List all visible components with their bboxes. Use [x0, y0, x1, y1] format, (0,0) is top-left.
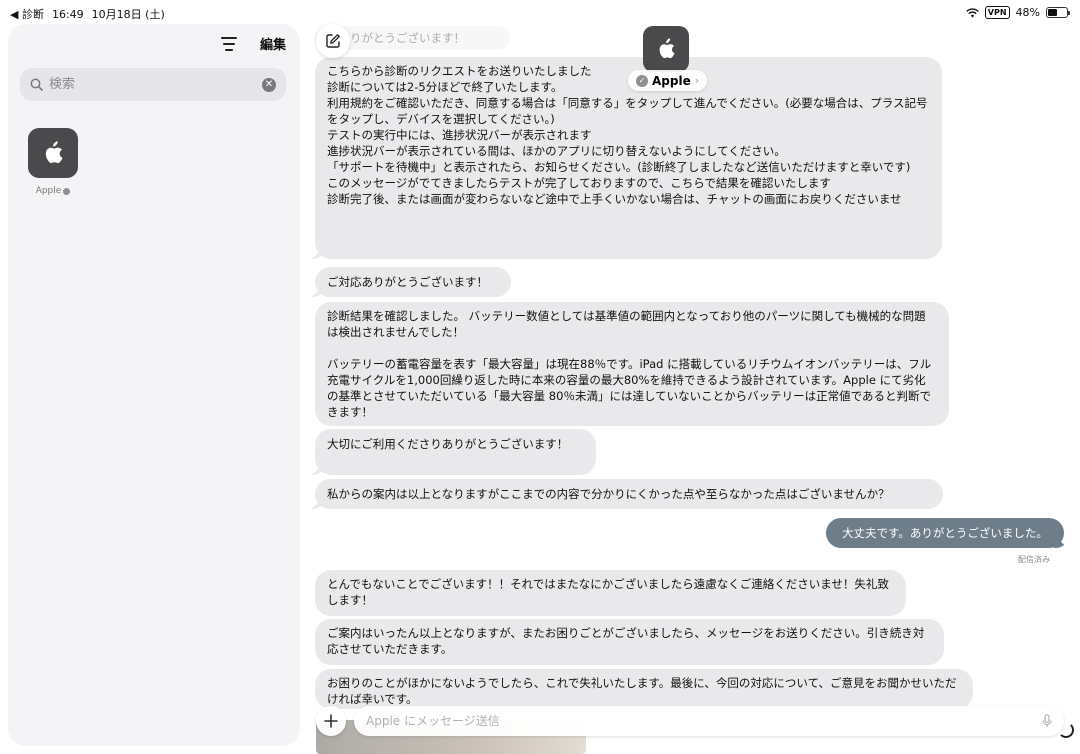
- compose-button[interactable]: [316, 24, 350, 58]
- apple-logo-icon: [45, 141, 63, 164]
- search-input[interactable]: [49, 77, 256, 92]
- message-input[interactable]: [366, 714, 1042, 728]
- plus-icon: [324, 714, 338, 728]
- contact-name-button[interactable]: ✓ Apple ›: [628, 70, 708, 91]
- verified-icon: [63, 187, 71, 195]
- message-bubble: 私からの案内は以上となりますがここまでの内容で分かりにくかった点や至らなかった点…: [315, 479, 943, 509]
- apple-logo-icon: [659, 38, 675, 59]
- wifi-icon: [966, 7, 979, 17]
- message-bubble: 診断結果を確認しました。 バッテリー数値としては基準値の範囲内となっており他のパ…: [315, 302, 949, 426]
- sidebar: 編集 ✕ Apple: [8, 24, 300, 746]
- message-bubble: ご案内はいったん以上となりますが、またお困りごとがございましたら、メッセージをお…: [315, 619, 944, 665]
- clear-search-icon[interactable]: ✕: [262, 77, 276, 92]
- message-bubble: ご対応ありがとうございます！: [315, 267, 511, 297]
- delivered-status: 配信済み: [1018, 555, 1050, 564]
- chevron-right-icon: ›: [694, 74, 700, 87]
- message-field[interactable]: [354, 706, 1064, 736]
- verified-icon: ✓: [636, 74, 648, 87]
- message-bubble: お困りのことがほかにないようでしたら、これで失礼いたします。最後に、今回の対応に…: [315, 669, 973, 709]
- message-input-bar: [316, 705, 1064, 737]
- conversation-name: Apple: [35, 186, 62, 196]
- avatar: [28, 128, 78, 178]
- microphone-icon[interactable]: [1042, 714, 1052, 728]
- status-time: 16:49: [51, 7, 84, 21]
- message-bubble: とんでもないことでございます！！それではまたなにかございましたら遠慮なくご連絡く…: [315, 570, 906, 616]
- filter-icon[interactable]: [220, 36, 238, 51]
- status-date: 10月18日 (土): [91, 8, 165, 21]
- battery-fill: [1048, 9, 1057, 16]
- battery-percent: 48%: [1015, 6, 1040, 19]
- status-bar: ◀ 診断 16:49 10月18日 (土) VPN 48%: [0, 0, 1080, 24]
- message-bubble-sent: 大丈夫です。ありがとうございました。: [826, 518, 1064, 548]
- contact-avatar[interactable]: [643, 26, 689, 72]
- vpn-badge: VPN: [984, 6, 1010, 19]
- back-to-app-link[interactable]: ◀ 診断: [10, 6, 44, 22]
- contact-name: Apple: [652, 73, 691, 88]
- compose-icon: [326, 34, 340, 48]
- message-bubble: こちらから診断のリクエストをお送りいたしました 診断については2-5分ほどで終了…: [315, 57, 942, 259]
- search-bar[interactable]: ✕: [20, 68, 286, 101]
- edit-button[interactable]: 編集: [260, 34, 286, 53]
- search-icon: [30, 78, 43, 91]
- add-attachment-button[interactable]: [316, 706, 346, 736]
- conversation-item-apple[interactable]: Apple: [28, 128, 78, 196]
- battery-icon: [1046, 7, 1070, 18]
- message-bubble: 大切にご利用くださりありがとうございます！: [315, 429, 596, 475]
